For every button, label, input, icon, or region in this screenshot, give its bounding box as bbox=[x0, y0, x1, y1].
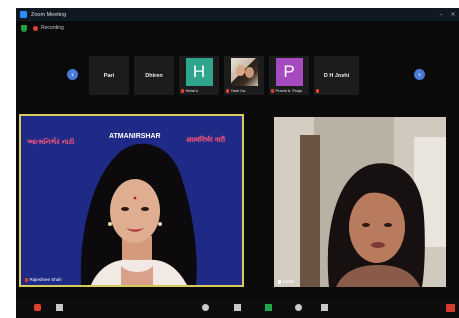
participant-video-name: Hetfal bbox=[282, 279, 295, 284]
participant-name: Pari bbox=[103, 72, 115, 79]
banner-gujarati-text: આત્મનિર્ભર નારી bbox=[27, 139, 75, 146]
banner-title: ATMANIRSHAR bbox=[109, 133, 161, 140]
title-bar: Zoom Meeting – × bbox=[16, 8, 459, 21]
zoom-app-icon bbox=[20, 11, 27, 18]
mic-icon[interactable] bbox=[34, 304, 41, 311]
banner-hindi-text: आत्मनिर्भर नारी bbox=[186, 137, 226, 144]
participant-thumb-yash[interactable]: Yash Ka bbox=[224, 56, 264, 95]
participant-strip: Pari Dhiren H Hetal k Yash Ka P Prachi b… bbox=[89, 56, 441, 95]
participant-thumb-hetal[interactable]: H Hetal k bbox=[179, 56, 219, 95]
mic-muted-icon bbox=[271, 88, 274, 93]
record-icon[interactable] bbox=[295, 304, 302, 311]
video-icon[interactable] bbox=[56, 304, 63, 311]
chat-icon[interactable] bbox=[234, 304, 241, 311]
participant-video-figure bbox=[274, 117, 446, 287]
share-screen-icon[interactable] bbox=[265, 304, 272, 311]
mic-icon bbox=[278, 279, 281, 284]
speaker-name: Rajeshree Shah bbox=[29, 277, 62, 282]
participant-caption-text: Prachi b. Praja bbox=[275, 88, 302, 93]
chevron-right-icon[interactable]: › bbox=[414, 69, 425, 80]
minimize-icon[interactable]: – bbox=[435, 8, 447, 21]
participant-name-tag: Hetfal bbox=[278, 279, 294, 284]
participant-caption: Prachi b. Praja bbox=[271, 88, 302, 93]
active-speaker-video[interactable]: આત્મનિર્ભર નારી ATMANIRSHAR आत्मनिर्भर न… bbox=[19, 114, 244, 287]
meeting-toolbar bbox=[16, 300, 459, 318]
participant-caption: Yash Ka bbox=[226, 88, 245, 93]
participant-thumb-prachi[interactable]: P Prachi b. Praja bbox=[269, 56, 309, 95]
participant-caption: Hetal k bbox=[181, 88, 198, 93]
participant-caption-text: Hetal k bbox=[185, 88, 198, 93]
close-icon[interactable]: × bbox=[447, 8, 459, 21]
mic-muted-icon bbox=[226, 88, 229, 93]
window-title: Zoom Meeting bbox=[31, 11, 67, 18]
speaker-name-tag: Rajeshree Shah bbox=[25, 277, 62, 282]
recording-label: Recording bbox=[41, 25, 64, 31]
mic-muted-icon bbox=[316, 89, 319, 93]
mic-muted-icon bbox=[181, 88, 184, 93]
participant-name: Dhiren bbox=[145, 72, 163, 79]
participants-icon[interactable] bbox=[202, 304, 209, 311]
avatar-letter: P bbox=[275, 57, 303, 86]
participant-thumb-dhiren[interactable]: Dhiren bbox=[134, 56, 174, 95]
participant-thumb-dh-joshi[interactable]: D H Joshi bbox=[314, 56, 359, 95]
recording-dot-icon bbox=[33, 25, 38, 31]
participant-photo bbox=[230, 57, 258, 86]
end-icon[interactable] bbox=[446, 304, 455, 312]
reactions-icon[interactable] bbox=[321, 304, 328, 311]
participant-thumb-pari[interactable]: Pari bbox=[89, 56, 129, 95]
zoom-window: Zoom Meeting – × Recording ‹ Pari Dhiren… bbox=[16, 8, 459, 318]
participant-video[interactable]: Hetfal bbox=[274, 117, 446, 287]
participant-caption bbox=[316, 89, 321, 93]
meeting-status-row: Recording bbox=[16, 22, 459, 34]
avatar-letter: H bbox=[185, 57, 213, 86]
shield-icon[interactable] bbox=[21, 24, 27, 32]
chevron-left-icon[interactable]: ‹ bbox=[67, 69, 78, 80]
participant-name: D H Joshi bbox=[323, 72, 350, 79]
participant-caption-text: Yash Ka bbox=[230, 88, 246, 93]
mic-muted-icon bbox=[25, 277, 28, 282]
